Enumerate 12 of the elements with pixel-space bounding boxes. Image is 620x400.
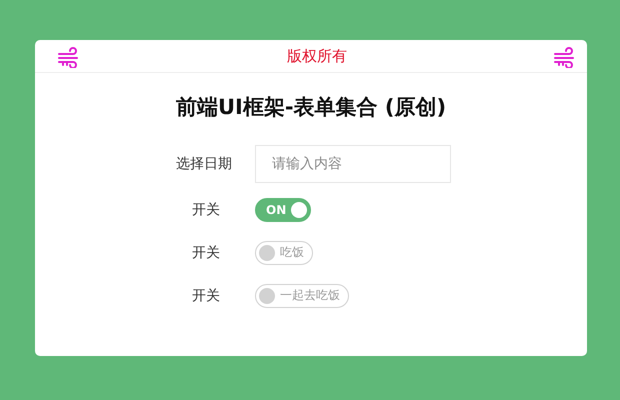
wind-icon[interactable]: [553, 44, 577, 68]
toggle-switch[interactable]: 一起去吃饭: [255, 284, 349, 308]
field-label: 选择日期: [175, 155, 232, 173]
toggle-switch[interactable]: ON: [255, 198, 312, 222]
form-title: 前端UI框架-表单集合 (原创): [174, 94, 448, 121]
toggle-switch[interactable]: 吃饭: [255, 240, 313, 264]
field-label: 开关: [191, 200, 220, 218]
input-field[interactable]: 请输入内容: [255, 145, 451, 183]
header-title: 版权所有: [287, 46, 347, 66]
field-label: 开关: [191, 244, 220, 262]
wind-icon[interactable]: [57, 44, 81, 68]
field-label: 开关: [191, 286, 220, 304]
